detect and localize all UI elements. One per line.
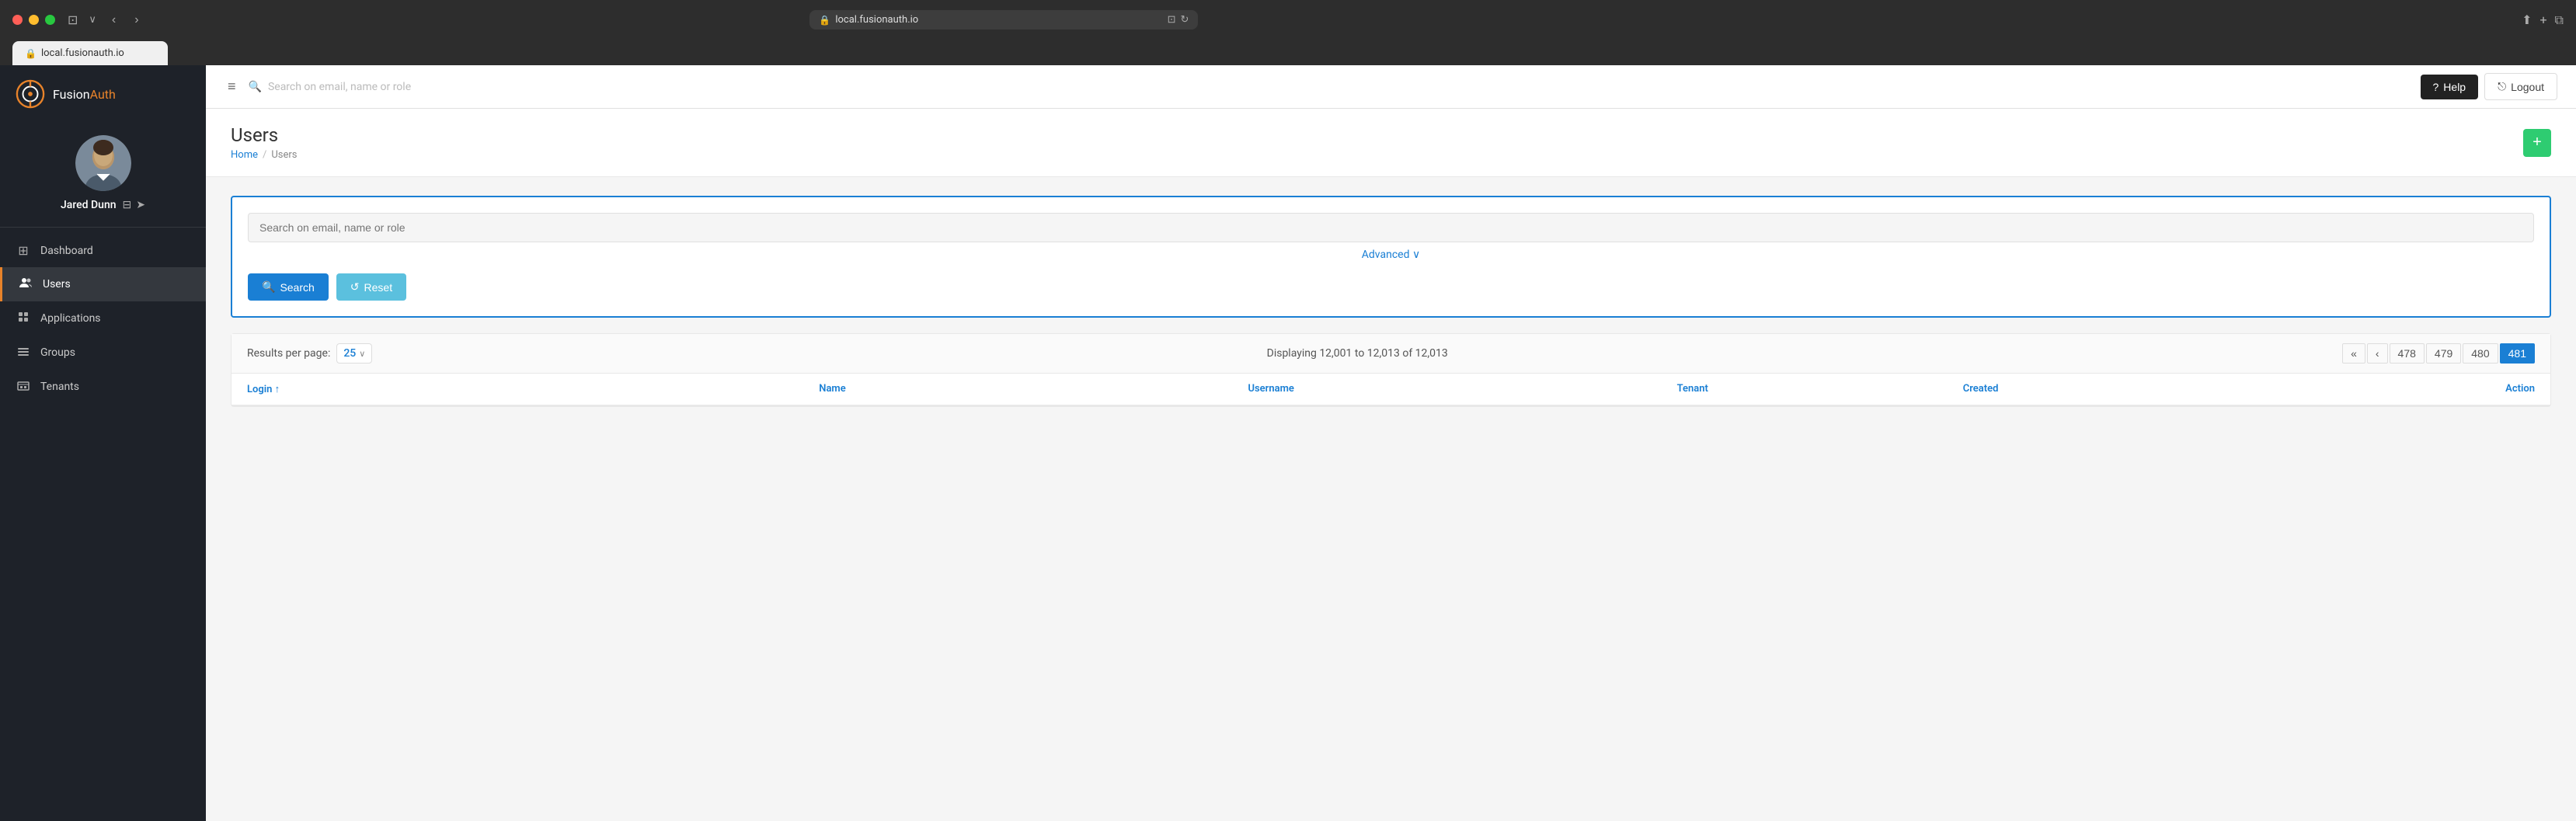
sidebar-item-users[interactable]: Users xyxy=(0,267,206,301)
pagination-page-478[interactable]: 478 xyxy=(2390,343,2425,364)
col-header-created[interactable]: Created xyxy=(1963,383,2306,395)
sidebar-item-tenants[interactable]: Tenants xyxy=(0,370,206,404)
page-header: Users Home / Users + xyxy=(206,109,2576,177)
pagination-prev[interactable]: ‹ xyxy=(2367,343,2388,364)
help-label: Help xyxy=(2443,81,2466,93)
traffic-light-red[interactable] xyxy=(12,15,23,25)
sidebar-item-label-tenants: Tenants xyxy=(40,381,79,393)
breadcrumb-home[interactable]: Home xyxy=(231,149,258,161)
reset-button[interactable]: ↺ Reset xyxy=(336,273,406,301)
sidebar-item-label-users: Users xyxy=(43,278,71,290)
profile-nav-icon[interactable]: ➤ xyxy=(136,199,145,211)
col-header-tenant[interactable]: Tenant xyxy=(1677,383,1963,395)
profile-name: Jared Dunn xyxy=(61,199,117,211)
per-page-label: Results per page: xyxy=(247,347,330,360)
col-header-action: Action xyxy=(2306,383,2536,395)
back-button[interactable]: ‹ xyxy=(107,10,120,30)
fusionauth-logo-icon xyxy=(16,79,45,109)
results-info: Displaying 12,001 to 12,013 of 12,013 xyxy=(1267,347,1448,360)
pagination-page-480[interactable]: 480 xyxy=(2463,343,2498,364)
groups-icon xyxy=(16,345,31,360)
pagination-first[interactable]: « xyxy=(2342,343,2365,364)
breadcrumb-separator: / xyxy=(263,149,266,161)
sidebar-nav: ⊞ Dashboard Users xyxy=(0,228,206,821)
dashboard-icon: ⊞ xyxy=(16,243,31,258)
refresh-icon[interactable]: ↻ xyxy=(1181,14,1189,26)
share-icon[interactable]: ⬆ xyxy=(2522,12,2532,28)
top-bar: ≡ 🔍 Search on email, name or role ? Help… xyxy=(206,65,2576,109)
lock-icon: 🔒 xyxy=(819,15,830,26)
search-btn-icon: 🔍 xyxy=(262,280,275,294)
search-panel: Advanced ∨ 🔍 Search ↺ Reset xyxy=(231,196,2551,318)
search-placeholder: Search on email, name or role xyxy=(268,81,411,93)
logout-label: Logout xyxy=(2511,81,2544,93)
col-header-username[interactable]: Username xyxy=(1248,383,1676,395)
breadcrumb-current: Users xyxy=(271,149,297,161)
traffic-light-yellow[interactable] xyxy=(29,15,39,25)
sidebar-profile: Jared Dunn ⊟ ➤ xyxy=(0,123,206,228)
search-input-wrap[interactable] xyxy=(248,213,2534,242)
tenants-icon xyxy=(16,379,31,395)
content-area: Advanced ∨ 🔍 Search ↺ Reset xyxy=(206,177,2576,821)
sidebar-item-label-applications: Applications xyxy=(40,312,101,325)
main-content: ≡ 🔍 Search on email, name or role ? Help… xyxy=(206,65,2576,821)
chevron-down-icon: ∨ xyxy=(89,14,96,26)
help-button[interactable]: ? Help xyxy=(2421,75,2479,99)
advanced-toggle[interactable]: Advanced ∨ xyxy=(248,249,2534,261)
table-header: Login ↑ Name Username Tenant Created Act… xyxy=(231,374,2550,406)
search-input[interactable] xyxy=(259,221,2522,234)
logout-button[interactable]: ⎋ Logout xyxy=(2484,73,2557,100)
sidebar-toggle-icon[interactable]: ⊡ xyxy=(64,9,81,30)
col-header-name[interactable]: Name xyxy=(819,383,1248,395)
add-user-button[interactable]: + xyxy=(2523,129,2551,157)
profile-edit-icon[interactable]: ⊟ xyxy=(123,199,132,211)
sidebar: FusionAuth xyxy=(0,65,206,821)
profile-name-row: Jared Dunn ⊟ ➤ xyxy=(61,199,145,211)
results-section: Results per page: 25 ∨ Displaying 12,001… xyxy=(231,333,2551,407)
col-header-login[interactable]: Login ↑ xyxy=(247,383,819,395)
search-button[interactable]: 🔍 Search xyxy=(248,273,329,301)
pagination: « ‹ 478 479 480 481 xyxy=(2342,343,2535,364)
breadcrumb: Home / Users xyxy=(231,149,298,161)
per-page-select[interactable]: 25 ∨ xyxy=(336,343,372,364)
sidebar-item-dashboard[interactable]: ⊞ Dashboard xyxy=(0,234,206,267)
applications-icon xyxy=(16,311,31,326)
per-page-value: 25 xyxy=(343,347,356,360)
avatar xyxy=(75,135,131,191)
forward-button[interactable]: › xyxy=(130,10,143,30)
search-actions: 🔍 Search ↺ Reset xyxy=(248,273,2534,301)
top-search[interactable]: 🔍 Search on email, name or role xyxy=(249,81,2411,93)
new-tab-icon[interactable]: + xyxy=(2539,12,2546,28)
sidebar-item-groups[interactable]: Groups xyxy=(0,336,206,370)
page-title-section: Users Home / Users xyxy=(231,124,298,161)
browser-tab[interactable]: 🔒 local.fusionauth.io xyxy=(12,41,168,65)
sidebar-logo: FusionAuth xyxy=(0,65,206,123)
reset-btn-icon: ↺ xyxy=(350,280,360,294)
help-icon: ? xyxy=(2433,81,2439,93)
results-per-page: Results per page: 25 ∨ xyxy=(247,343,372,364)
url-text: local.fusionauth.io xyxy=(835,14,918,26)
results-bar: Results per page: 25 ∨ Displaying 12,001… xyxy=(231,334,2550,374)
url-bar[interactable]: 🔒 local.fusionauth.io ⊡ ↻ xyxy=(809,10,1198,30)
tabs-icon[interactable]: ⧉ xyxy=(2555,12,2564,28)
page-title: Users xyxy=(231,124,298,146)
tab-favicon: 🔒 xyxy=(25,48,37,59)
reader-icon[interactable]: ⊡ xyxy=(1168,14,1176,26)
sidebar-item-applications[interactable]: Applications xyxy=(0,301,206,336)
users-icon xyxy=(18,277,33,292)
sidebar-item-label-dashboard: Dashboard xyxy=(40,245,93,257)
pagination-page-479[interactable]: 479 xyxy=(2426,343,2461,364)
search-icon: 🔍 xyxy=(249,81,262,93)
logo-text: FusionAuth xyxy=(53,87,116,102)
sidebar-item-label-groups: Groups xyxy=(40,346,75,359)
tab-title: local.fusionauth.io xyxy=(41,47,124,59)
traffic-light-green[interactable] xyxy=(45,15,55,25)
logout-icon: ⎋ xyxy=(2498,80,2506,93)
pagination-page-481[interactable]: 481 xyxy=(2500,343,2535,364)
hamburger-button[interactable]: ≡ xyxy=(225,75,239,98)
top-bar-actions: ? Help ⎋ Logout xyxy=(2421,73,2558,100)
per-page-chevron: ∨ xyxy=(359,349,365,359)
